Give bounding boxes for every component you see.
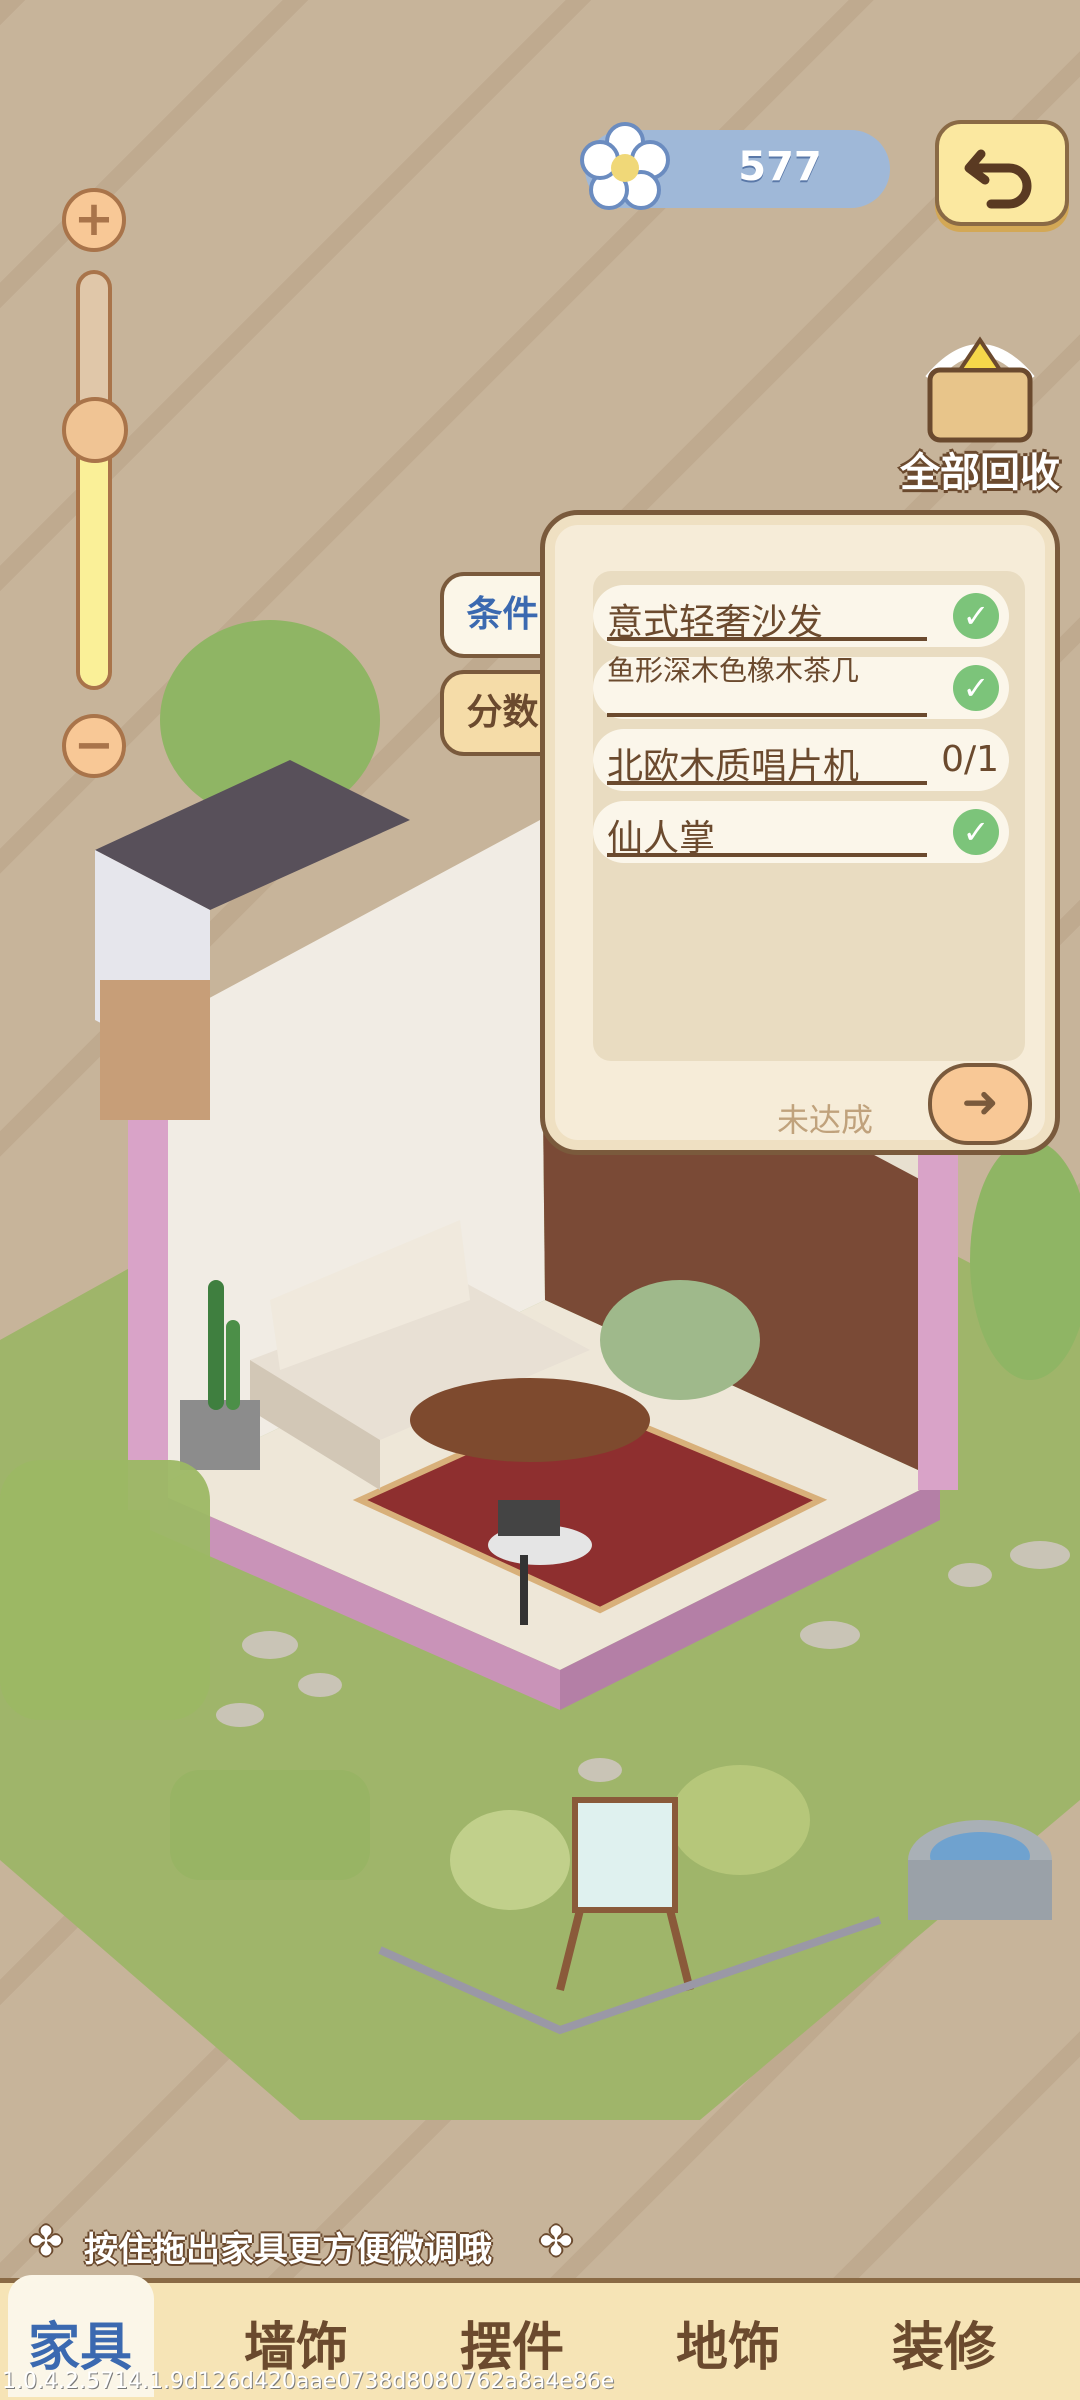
tab-floor-decor[interactable]: 地饰 xyxy=(638,2305,818,2380)
condition-name: 北欧木质唱片机 xyxy=(607,737,927,787)
zoom-in-button[interactable]: + xyxy=(62,188,126,252)
zoom-slider-handle[interactable] xyxy=(62,396,128,463)
condition-progress: 0/1 xyxy=(941,739,999,780)
stone-well xyxy=(908,1820,1052,1920)
recycle-all-label: 全部回收 xyxy=(900,450,1060,496)
flower-currency-display: 577 xyxy=(580,122,890,210)
flower-icon xyxy=(580,122,670,210)
clover-ornament-icon: ✤ xyxy=(29,2219,63,2265)
back-button[interactable] xyxy=(935,120,1069,226)
zoom-slider-fill xyxy=(80,430,108,686)
flower-bed-pink xyxy=(450,1810,570,1910)
undo-arrow-icon xyxy=(964,149,1032,209)
arrow-right-icon: ➜ xyxy=(961,1077,999,1128)
zoom-slider-track[interactable] xyxy=(76,270,112,690)
check-icon: ✓ xyxy=(953,809,999,855)
hedge-bottom-left xyxy=(170,1770,370,1880)
condition-item: 鱼形深木色橡木茶几 ✓ xyxy=(593,655,1009,719)
recycle-all-button[interactable]: 全部回收 xyxy=(880,330,1080,496)
check-icon: ✓ xyxy=(953,593,999,639)
check-icon: ✓ xyxy=(953,665,999,711)
hint-text: 按住拖出家具更方便微调哦 xyxy=(84,2230,492,2270)
bean-bag xyxy=(600,1280,760,1400)
condition-item: 仙人掌 ✓ xyxy=(593,801,1009,863)
basket-icon xyxy=(925,336,1035,443)
condition-item: 北欧木质唱片机 0/1 xyxy=(593,729,1009,791)
version-string: 1.0.4.2.5714.1.9d126d420aae0738d8080762a… xyxy=(2,2369,615,2394)
conditions-panel: 意式轻奢沙发 ✓ 鱼形深木色橡木茶几 ✓ 北欧木质唱片机 0/1 仙人掌 ✓ 未… xyxy=(540,510,1060,1155)
condition-name: 鱼形深木色橡木茶几 xyxy=(607,655,927,717)
condition-status: 未达成 xyxy=(777,1101,874,1139)
go-arrow-button[interactable]: ➜ xyxy=(928,1063,1032,1145)
condition-name: 仙人掌 xyxy=(607,809,927,859)
hedge-left xyxy=(0,1460,210,1720)
tab-renovation[interactable]: 装修 xyxy=(854,2305,1034,2380)
clover-ornament-icon: ✤ xyxy=(539,2219,573,2265)
condition-name: 意式轻奢沙发 xyxy=(607,593,927,643)
coffee-table xyxy=(410,1378,650,1462)
zoom-out-button[interactable]: − xyxy=(62,714,126,778)
currency-value: 577 xyxy=(738,144,822,190)
drag-hint: ✤ 按住拖出家具更方便微调哦 ✤ xyxy=(20,2214,580,2272)
condition-item: 意式轻奢沙发 ✓ xyxy=(593,585,1009,647)
flower-bed-yellow xyxy=(670,1765,810,1875)
